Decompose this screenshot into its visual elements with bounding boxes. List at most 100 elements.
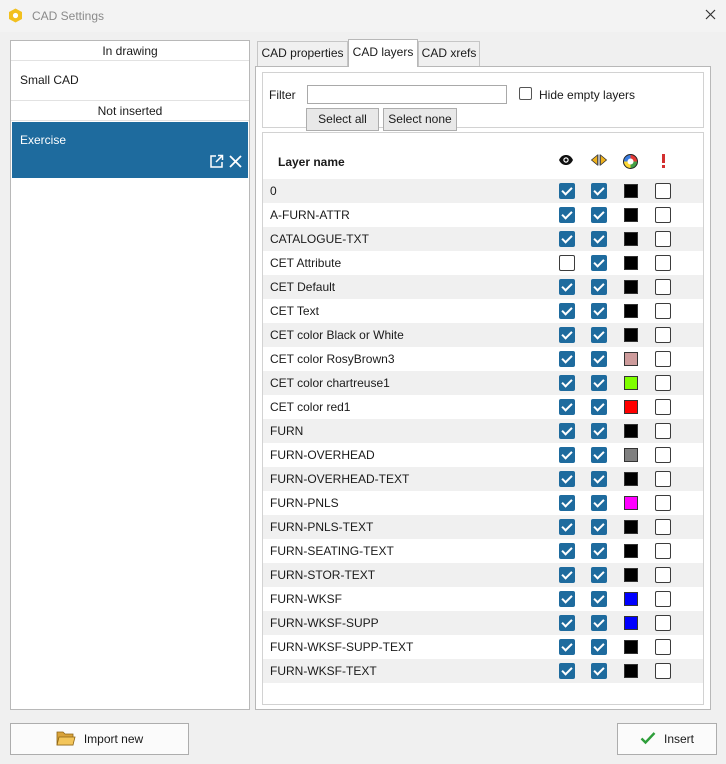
layer-visible-checkbox[interactable]: [559, 327, 575, 343]
layer-freeze-checkbox[interactable]: [591, 183, 607, 199]
tab-cad-layers[interactable]: CAD layers: [348, 39, 418, 67]
layer-warning-checkbox[interactable]: [655, 351, 671, 367]
eye-icon[interactable]: [558, 154, 574, 166]
layer-color-swatch[interactable]: [624, 280, 638, 294]
cad-item-exercise[interactable]: Exercise: [12, 122, 248, 178]
layer-row[interactable]: FURN-WKSF-SUPP: [263, 611, 703, 635]
layer-row[interactable]: FURN-SEATING-TEXT: [263, 539, 703, 563]
layer-freeze-checkbox[interactable]: [591, 543, 607, 559]
layer-visible-checkbox[interactable]: [559, 663, 575, 679]
layer-warning-checkbox[interactable]: [655, 639, 671, 655]
layer-row[interactable]: FURN: [263, 419, 703, 443]
layer-freeze-checkbox[interactable]: [591, 255, 607, 271]
layer-visible-checkbox[interactable]: [559, 423, 575, 439]
layer-freeze-checkbox[interactable]: [591, 231, 607, 247]
layer-row[interactable]: CATALOGUE-TXT: [263, 227, 703, 251]
layer-warning-checkbox[interactable]: [655, 615, 671, 631]
layer-freeze-checkbox[interactable]: [591, 663, 607, 679]
warning-icon[interactable]: [661, 154, 666, 168]
layer-warning-checkbox[interactable]: [655, 231, 671, 247]
layer-color-swatch[interactable]: [624, 208, 638, 222]
layer-color-swatch[interactable]: [624, 184, 638, 198]
layer-warning-checkbox[interactable]: [655, 471, 671, 487]
tab-cad-properties[interactable]: CAD properties: [257, 41, 348, 66]
layer-row[interactable]: CET color RosyBrown3: [263, 347, 703, 371]
layer-visible-checkbox[interactable]: [559, 399, 575, 415]
layer-visible-checkbox[interactable]: [559, 471, 575, 487]
layer-color-swatch[interactable]: [624, 448, 638, 462]
layer-warning-checkbox[interactable]: [655, 663, 671, 679]
select-none-button[interactable]: Select none: [383, 108, 457, 131]
layer-color-swatch[interactable]: [624, 232, 638, 246]
layer-color-swatch[interactable]: [624, 568, 638, 582]
layer-freeze-checkbox[interactable]: [591, 471, 607, 487]
layer-row[interactable]: 0: [263, 179, 703, 203]
layer-visible-checkbox[interactable]: [559, 351, 575, 367]
layer-visible-checkbox[interactable]: [559, 615, 575, 631]
layer-freeze-checkbox[interactable]: [591, 303, 607, 319]
layer-visible-checkbox[interactable]: [559, 639, 575, 655]
layer-color-swatch[interactable]: [624, 400, 638, 414]
layer-visible-checkbox[interactable]: [559, 303, 575, 319]
insert-button[interactable]: Insert: [617, 723, 717, 755]
select-all-button[interactable]: Select all: [306, 108, 379, 131]
layer-warning-checkbox[interactable]: [655, 327, 671, 343]
layer-warning-checkbox[interactable]: [655, 567, 671, 583]
layer-visible-checkbox[interactable]: [559, 519, 575, 535]
layer-visible-checkbox[interactable]: [559, 207, 575, 223]
layer-row[interactable]: CET color red1: [263, 395, 703, 419]
layer-freeze-checkbox[interactable]: [591, 327, 607, 343]
layer-freeze-checkbox[interactable]: [591, 519, 607, 535]
freeze-icon[interactable]: [590, 154, 608, 166]
layer-row[interactable]: A-FURN-ATTR: [263, 203, 703, 227]
layer-color-swatch[interactable]: [624, 664, 638, 678]
layer-freeze-checkbox[interactable]: [591, 567, 607, 583]
layer-color-swatch[interactable]: [624, 592, 638, 606]
layer-visible-checkbox[interactable]: [559, 495, 575, 511]
close-icon[interactable]: [228, 154, 243, 169]
layer-color-swatch[interactable]: [624, 328, 638, 342]
layer-warning-checkbox[interactable]: [655, 207, 671, 223]
layer-warning-checkbox[interactable]: [655, 183, 671, 199]
layer-color-swatch[interactable]: [624, 520, 638, 534]
layer-visible-checkbox[interactable]: [559, 591, 575, 607]
tab-cad-xrefs[interactable]: CAD xrefs: [418, 41, 480, 66]
layer-color-swatch[interactable]: [624, 256, 638, 270]
filter-input[interactable]: [307, 85, 507, 104]
layer-row[interactable]: FURN-WKSF-TEXT: [263, 659, 703, 683]
layer-warning-checkbox[interactable]: [655, 495, 671, 511]
layer-warning-checkbox[interactable]: [655, 255, 671, 271]
layer-warning-checkbox[interactable]: [655, 399, 671, 415]
layer-freeze-checkbox[interactable]: [591, 423, 607, 439]
color-wheel-icon[interactable]: [623, 154, 638, 169]
external-link-icon[interactable]: [209, 154, 224, 169]
layer-warning-checkbox[interactable]: [655, 591, 671, 607]
layer-freeze-checkbox[interactable]: [591, 399, 607, 415]
layer-warning-checkbox[interactable]: [655, 447, 671, 463]
layer-freeze-checkbox[interactable]: [591, 591, 607, 607]
layer-visible-checkbox[interactable]: [559, 231, 575, 247]
layer-row[interactable]: CET Attribute: [263, 251, 703, 275]
layer-visible-checkbox[interactable]: [559, 375, 575, 391]
layer-color-swatch[interactable]: [624, 616, 638, 630]
window-close-button[interactable]: [694, 0, 726, 32]
layer-warning-checkbox[interactable]: [655, 375, 671, 391]
layer-row[interactable]: FURN-PNLS: [263, 491, 703, 515]
layer-freeze-checkbox[interactable]: [591, 207, 607, 223]
layer-freeze-checkbox[interactable]: [591, 375, 607, 391]
layer-row[interactable]: CET Default: [263, 275, 703, 299]
layer-freeze-checkbox[interactable]: [591, 447, 607, 463]
layer-visible-checkbox[interactable]: [559, 567, 575, 583]
layer-warning-checkbox[interactable]: [655, 279, 671, 295]
layer-row[interactable]: CET Text: [263, 299, 703, 323]
layer-warning-checkbox[interactable]: [655, 519, 671, 535]
layer-row[interactable]: FURN-STOR-TEXT: [263, 563, 703, 587]
layer-row[interactable]: FURN-OVERHEAD-TEXT: [263, 467, 703, 491]
layer-warning-checkbox[interactable]: [655, 423, 671, 439]
layer-freeze-checkbox[interactable]: [591, 495, 607, 511]
layer-color-swatch[interactable]: [624, 424, 638, 438]
layer-color-swatch[interactable]: [624, 352, 638, 366]
layer-freeze-checkbox[interactable]: [591, 279, 607, 295]
import-new-button[interactable]: Import new: [10, 723, 189, 755]
layer-color-swatch[interactable]: [624, 544, 638, 558]
